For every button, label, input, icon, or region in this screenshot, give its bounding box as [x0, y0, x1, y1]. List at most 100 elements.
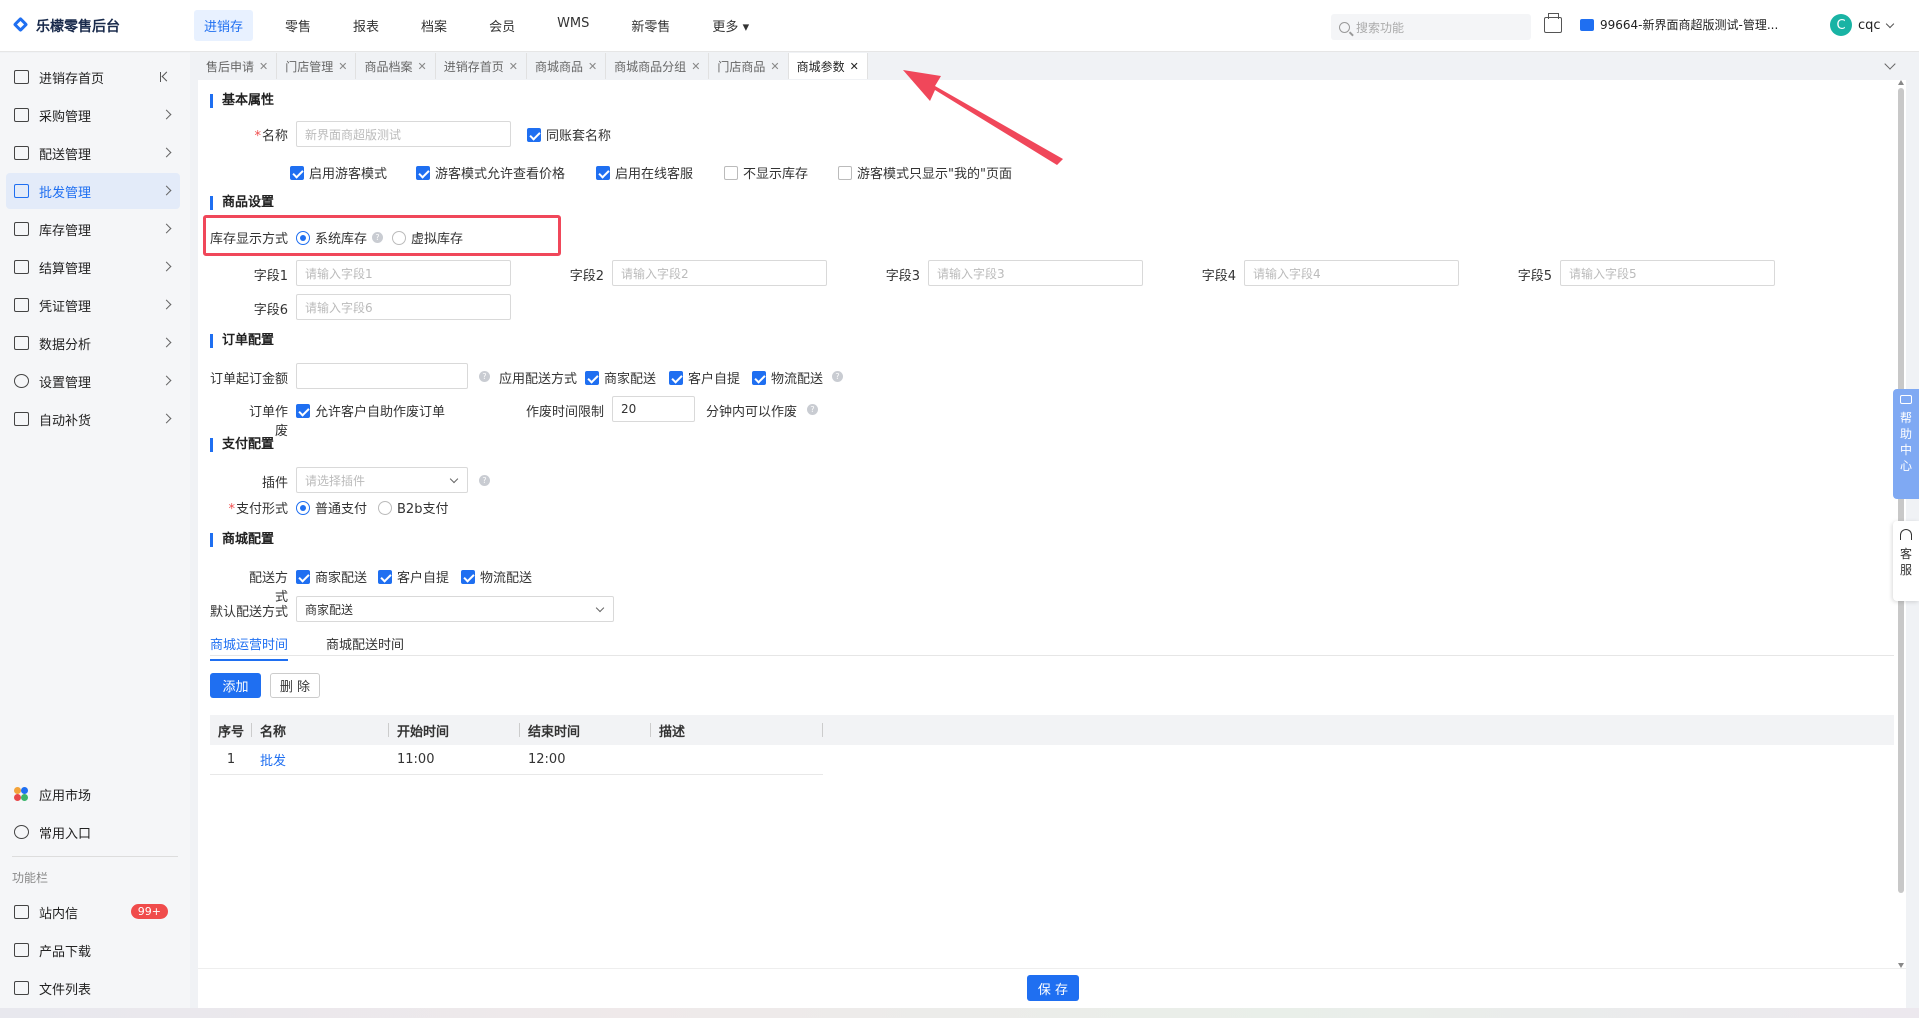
void-order-checkbox[interactable]: 允许客户自助作废订单: [296, 401, 445, 420]
topnav-retail[interactable]: 零售: [275, 10, 321, 41]
topnav-wms[interactable]: WMS: [547, 10, 599, 41]
collapse-sidebar-icon[interactable]: [160, 72, 172, 82]
guest-only-mine-checkbox[interactable]: 游客模式只显示"我的"页面: [838, 163, 1012, 182]
sidebar-item-distribution[interactable]: 配送管理: [6, 135, 180, 171]
name-input[interactable]: 新界面商超版测试: [296, 121, 511, 147]
sidebar-item-settings[interactable]: 设置管理: [6, 363, 180, 399]
sidebar-item-messages[interactable]: 站内信 99+: [6, 894, 180, 930]
sidebar-item-downloads[interactable]: 产品下载: [6, 932, 180, 968]
sidebar-item-purchase[interactable]: 采购管理: [6, 97, 180, 133]
tab-mall-params[interactable]: 商城参数 ✕: [788, 53, 868, 79]
field5-input[interactable]: 请输入字段5: [1560, 260, 1775, 286]
add-button[interactable]: 添加: [210, 673, 261, 698]
cell-index: 1: [226, 752, 236, 767]
sidebar-item-inventory[interactable]: 库存管理: [6, 211, 180, 247]
tab-store-management[interactable]: 门店管理 ✕: [277, 53, 357, 79]
tab-store-products[interactable]: 门店商品 ✕: [709, 53, 789, 79]
same-account-name-checkbox[interactable]: 同账套名称: [527, 125, 611, 144]
tab-label: 商城商品分组: [614, 59, 687, 74]
field6-input[interactable]: 请输入字段6: [296, 294, 511, 320]
tab-mall-products[interactable]: 商城商品 ✕: [526, 53, 607, 79]
sidebar-item-analytics[interactable]: 数据分析: [6, 325, 180, 361]
logo-icon: [12, 17, 30, 35]
mall-delivery-logistics-checkbox[interactable]: 物流配送: [461, 567, 532, 586]
scroll-up-icon[interactable]: [1898, 80, 1904, 85]
topnav-jinxiaocun[interactable]: 进销存: [194, 10, 254, 41]
topnav-members[interactable]: 会员: [479, 10, 525, 41]
close-icon[interactable]: ✕: [509, 60, 518, 73]
mall-delivery-pickup-checkbox[interactable]: 客户自提: [378, 567, 449, 586]
checkbox-checked: [296, 569, 310, 584]
annotation-highlight-box: [203, 215, 561, 256]
topnav-more[interactable]: 更多 ▾: [702, 10, 759, 41]
tab-jxc-home[interactable]: 进销存首页 ✕: [435, 53, 527, 79]
subtab-operating-time[interactable]: 商城运营时间: [210, 634, 289, 661]
sidebar-item-auto-replenish[interactable]: 自动补货: [6, 401, 180, 437]
close-icon[interactable]: ✕: [417, 60, 426, 73]
tab-mall-product-groups[interactable]: 商城商品分组 ✕: [606, 53, 710, 79]
subtab-delivery-time[interactable]: 商城配送时间: [326, 634, 404, 659]
chevron-right-icon: [161, 185, 172, 196]
close-icon[interactable]: ✕: [691, 60, 700, 73]
search-input[interactable]: 搜索功能: [1331, 14, 1531, 40]
plugin-select[interactable]: 请选择插件: [296, 467, 468, 493]
user-menu[interactable]: C cqc: [1830, 14, 1894, 36]
default-delivery-select[interactable]: 商家配送: [296, 596, 614, 622]
sidebar-item-voucher[interactable]: 凭证管理: [6, 287, 180, 323]
tab-product-archive[interactable]: 商品档案 ✕: [356, 53, 436, 79]
order-delivery-pickup-checkbox[interactable]: 客户自提: [669, 368, 740, 387]
close-icon[interactable]: ✕: [259, 60, 268, 73]
close-icon[interactable]: ✕: [850, 60, 859, 73]
help-icon[interactable]: ?: [832, 371, 843, 382]
chevron-right-icon: [161, 261, 172, 272]
guest-mode-checkbox[interactable]: 启用游客模式: [290, 163, 387, 182]
payment-normal-radio[interactable]: 普通支付: [296, 498, 367, 517]
sidebar-item-settlement[interactable]: 结算管理: [6, 249, 180, 285]
field4-input[interactable]: 请输入字段4: [1244, 260, 1459, 286]
app-logo[interactable]: 乐檬零售后台: [0, 16, 190, 36]
tab-after-sale[interactable]: 售后申请 ✕: [198, 53, 278, 79]
field1-input[interactable]: 请输入字段1: [296, 260, 511, 286]
close-icon[interactable]: ✕: [770, 60, 779, 73]
name-label: *名称: [238, 125, 288, 144]
cell-name-link[interactable]: 批发: [252, 745, 389, 774]
topnav-new-retail[interactable]: 新零售: [621, 10, 680, 41]
help-icon[interactable]: ?: [479, 475, 490, 486]
sidebar-item-wholesale[interactable]: 批发管理: [6, 173, 180, 209]
sidebar-item-app-market[interactable]: 应用市场: [6, 776, 180, 812]
topnav-reports[interactable]: 报表: [343, 10, 389, 41]
void-time-input[interactable]: 20: [612, 396, 695, 422]
cell-end-time: 12:00: [528, 752, 566, 767]
help-center-label: 帮 助 中 心: [1900, 410, 1912, 474]
chevron-right-icon: [161, 109, 172, 120]
radio-label: B2b支付: [397, 502, 449, 517]
sidebar-item-common-entry[interactable]: 常用入口: [6, 814, 180, 850]
online-service-checkbox[interactable]: 启用在线客服: [596, 163, 693, 182]
help-icon[interactable]: ?: [479, 371, 490, 382]
store-selector[interactable]: 99664-新界面商超版测试-管理...: [1580, 16, 1778, 33]
delete-button[interactable]: 删 除: [270, 673, 320, 698]
min-order-amount-input[interactable]: [296, 363, 468, 389]
payment-b2b-radio[interactable]: B2b支付: [378, 498, 448, 517]
field3-input[interactable]: 请输入字段3: [928, 260, 1143, 286]
topnav-archives[interactable]: 档案: [411, 10, 457, 41]
customer-service-button[interactable]: 客 服: [1893, 521, 1919, 601]
table-row[interactable]: 1 批发 11:00 12:00: [210, 745, 823, 775]
hide-stock-checkbox[interactable]: 不显示库存: [724, 163, 808, 182]
sidebar-item-label: 库存管理: [39, 223, 92, 239]
sidebar-item-label: 批发管理: [39, 185, 92, 201]
sidebar-item-file-list[interactable]: 文件列表: [6, 970, 180, 1006]
guest-view-price-checkbox[interactable]: 游客模式允许查看价格: [416, 163, 565, 182]
sidebar-item-home[interactable]: 进销存首页: [6, 59, 180, 95]
field3-label: 字段3: [885, 269, 920, 284]
order-delivery-logistics-checkbox[interactable]: 物流配送: [752, 368, 823, 387]
close-icon[interactable]: ✕: [338, 60, 347, 73]
save-button[interactable]: 保 存: [1027, 975, 1079, 1001]
field2-input[interactable]: 请输入字段2: [612, 260, 827, 286]
printer-icon[interactable]: [1544, 13, 1562, 33]
order-delivery-merchant-checkbox[interactable]: 商家配送: [585, 368, 656, 387]
help-icon[interactable]: ?: [807, 404, 818, 415]
mall-delivery-merchant-checkbox[interactable]: 商家配送: [296, 567, 367, 586]
help-center-button[interactable]: 帮 助 中 心: [1893, 389, 1919, 499]
close-icon[interactable]: ✕: [588, 60, 597, 73]
